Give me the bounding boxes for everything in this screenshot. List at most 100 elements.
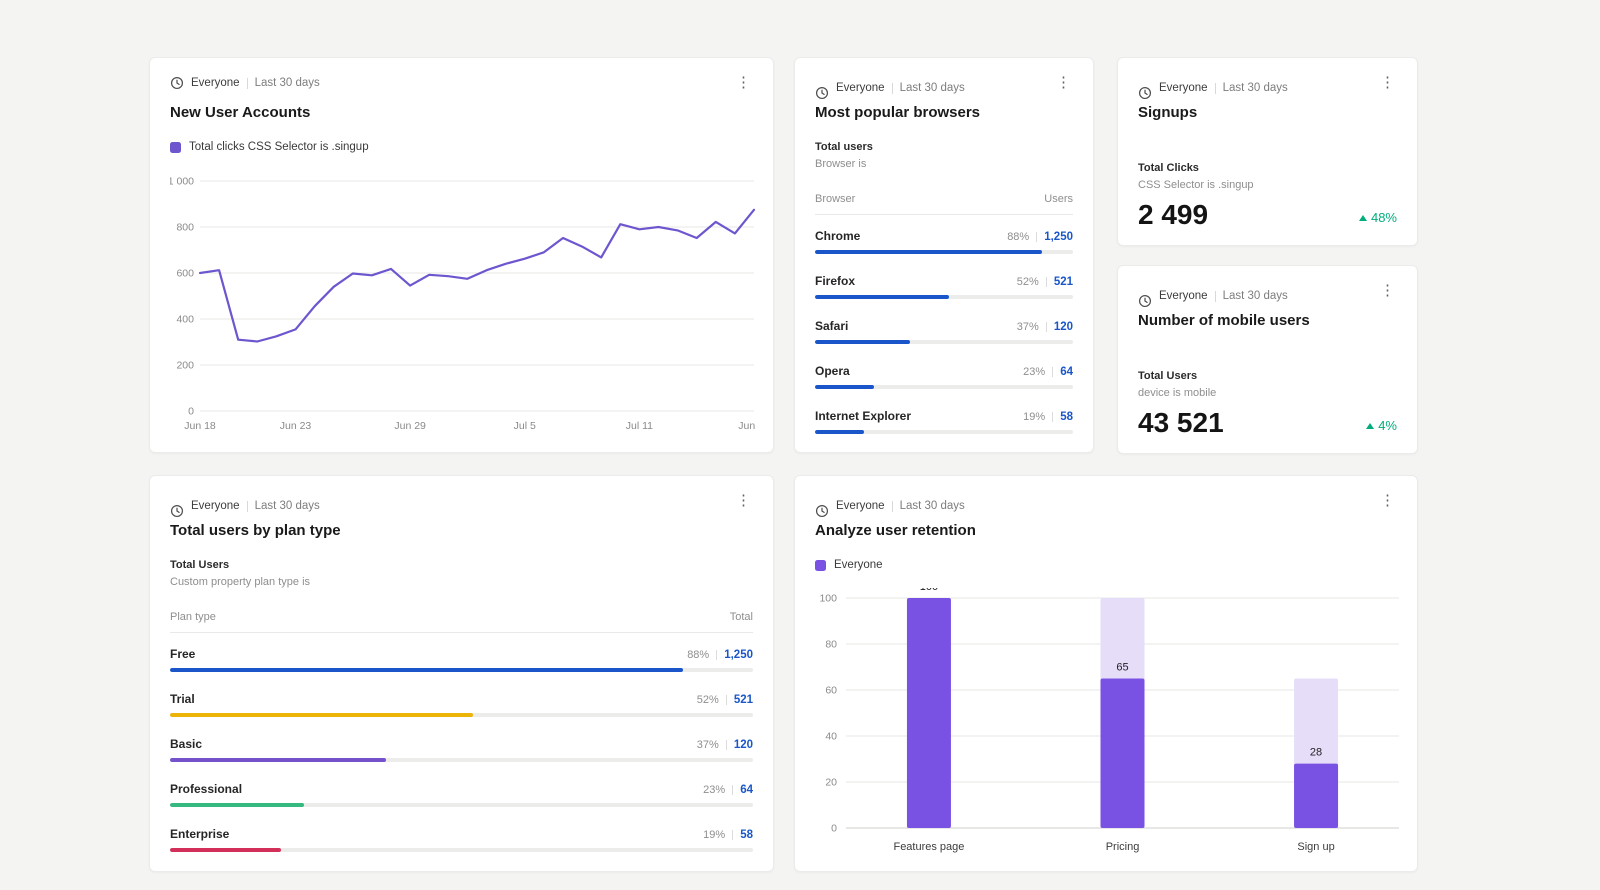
row-stats: 52% 521 — [697, 694, 753, 706]
delta-percent: 4% — [1378, 418, 1397, 433]
scope-selector[interactable]: Everyone Last 30 days — [1138, 284, 1288, 308]
row-percent: 88% — [1007, 231, 1030, 243]
table-row[interactable]: Free 88% 1,250 — [170, 647, 753, 672]
card-title: Total users by plan type — [170, 522, 341, 539]
table-row-header: Chrome 88% 1,250 — [815, 229, 1073, 243]
row-bar-track — [170, 803, 753, 807]
column-header-value: Users — [1044, 193, 1073, 205]
row-label: Internet Explorer — [815, 409, 912, 423]
clock-icon — [815, 86, 829, 100]
more-menu-button[interactable]: ⋮ — [1378, 283, 1397, 298]
chart-text: Jun 23 — [280, 420, 312, 432]
date-range-label[interactable]: Last 30 days — [1223, 290, 1288, 302]
date-range-label[interactable]: Last 30 days — [1223, 82, 1288, 94]
chart-text: Jul 11 — [626, 420, 653, 432]
row-stats: 52% 521 — [1017, 276, 1073, 288]
scope-label[interactable]: Everyone — [1159, 82, 1208, 94]
divider — [1052, 367, 1054, 377]
filter-label: CSS Selector is .singup — [1138, 179, 1254, 191]
row-value: 1,250 — [1044, 231, 1073, 243]
table-row[interactable]: Enterprise 19% 58 — [170, 827, 753, 852]
scope-label[interactable]: Everyone — [836, 82, 885, 94]
row-bar-track — [815, 295, 1073, 299]
scope-selector[interactable]: Everyone Last 30 days — [170, 76, 320, 90]
arrow-up-icon — [1366, 422, 1375, 429]
date-range-label[interactable]: Last 30 days — [255, 500, 320, 512]
divider — [1045, 277, 1047, 287]
row-bar-fill — [815, 430, 865, 434]
date-range-label[interactable]: Last 30 days — [900, 82, 965, 94]
metric-label: Total Clicks — [1138, 162, 1199, 174]
legend-label: Everyone — [834, 559, 883, 571]
table-row-header: Trial 52% 521 — [170, 692, 753, 706]
more-menu-button[interactable]: ⋮ — [734, 75, 753, 90]
table-row[interactable]: Firefox 52% 521 — [815, 274, 1073, 299]
bar[interactable] — [1294, 763, 1339, 828]
filter-label: Custom property plan type is — [170, 576, 311, 588]
row-bar-fill — [170, 803, 305, 807]
row-stats: 19% 58 — [703, 829, 753, 841]
row-stats: 19% 58 — [1023, 411, 1073, 423]
metric-block: Total Clicks CSS Selector is .singup — [1138, 161, 1397, 192]
divider — [1052, 412, 1054, 422]
chart-text: 1 000 — [170, 176, 194, 188]
table-row-header: Basic 37% 120 — [170, 737, 753, 751]
scope-selector[interactable]: Everyone Last 30 days — [1138, 76, 1288, 100]
row-label: Firefox — [815, 274, 856, 288]
table-row-header: Free 88% 1,250 — [170, 647, 753, 661]
scope-label[interactable]: Everyone — [1159, 290, 1208, 302]
row-stats: 23% 64 — [1023, 366, 1073, 378]
filter-label: device is mobile — [1138, 387, 1217, 399]
scope-label[interactable]: Everyone — [191, 77, 240, 89]
chart-text: 60 — [825, 685, 837, 697]
divider — [246, 500, 248, 512]
chart-legend: Everyone — [815, 559, 1397, 571]
row-percent: 52% — [696, 694, 719, 706]
chart-text: 100 — [920, 588, 938, 593]
bar[interactable] — [906, 598, 951, 828]
row-bar-track — [170, 713, 753, 717]
bar-chart[interactable]: 0 20 40 60 80 100 100 Features page 65 Pricing 28 S… — [815, 588, 1399, 860]
divider — [732, 830, 734, 840]
scope-selector[interactable]: Everyone Last 30 days — [815, 494, 965, 518]
clock-icon — [1138, 86, 1152, 100]
divider — [725, 695, 727, 705]
more-menu-button[interactable]: ⋮ — [1378, 75, 1397, 90]
row-bar-fill — [815, 295, 950, 299]
scope-selector[interactable]: Everyone Last 30 days — [815, 76, 965, 100]
line-chart[interactable]: 1 000 800 600 400 200 0 Jun 18 Jun 23 Jun 29 Jul … — [170, 163, 755, 441]
row-label: Safari — [815, 319, 849, 333]
row-label: Basic — [170, 737, 203, 751]
clock-icon — [1138, 294, 1152, 308]
table-row[interactable]: Safari 37% 120 — [815, 319, 1073, 344]
table-column-headers: Plan type Total — [170, 611, 753, 633]
bar[interactable] — [1100, 678, 1145, 829]
row-stats: 88% 1,250 — [687, 649, 753, 661]
row-percent: 19% — [703, 829, 726, 841]
card-most-popular-browsers: Everyone Last 30 days ⋮ Most popular bro… — [794, 57, 1094, 453]
metric-block: Total users Browser is — [815, 140, 1073, 171]
more-menu-button[interactable]: ⋮ — [1378, 493, 1397, 508]
more-menu-button[interactable]: ⋮ — [734, 493, 753, 508]
table-row[interactable]: Opera 23% 64 — [815, 364, 1073, 389]
table-row[interactable]: Trial 52% 521 — [170, 692, 753, 717]
more-menu-button[interactable]: ⋮ — [1054, 75, 1073, 90]
card-title: New User Accounts — [170, 104, 311, 121]
card-header: Everyone Last 30 days ⋮ — [170, 493, 753, 518]
scope-label[interactable]: Everyone — [836, 500, 885, 512]
row-value: 521 — [1053, 276, 1073, 288]
table-row[interactable]: Basic 37% 120 — [170, 737, 753, 762]
card-plan-type: Everyone Last 30 days ⋮ Total users by p… — [149, 475, 774, 872]
scope-label[interactable]: Everyone — [191, 500, 240, 512]
delta-percent: 48% — [1370, 210, 1397, 225]
line-series[interactable] — [198, 208, 755, 343]
metric-label: Total Users — [1138, 370, 1198, 382]
table-row[interactable]: Internet Explorer 19% 58 — [815, 409, 1073, 434]
row-bar-track — [815, 385, 1073, 389]
table-row[interactable]: Professional 23% 64 — [170, 782, 753, 807]
date-range-label[interactable]: Last 30 days — [255, 77, 320, 89]
date-range-label[interactable]: Last 30 days — [900, 500, 965, 512]
scope-selector[interactable]: Everyone Last 30 days — [170, 494, 320, 518]
table-row[interactable]: Chrome 88% 1,250 — [815, 229, 1073, 254]
column-header-value: Total — [729, 611, 753, 623]
